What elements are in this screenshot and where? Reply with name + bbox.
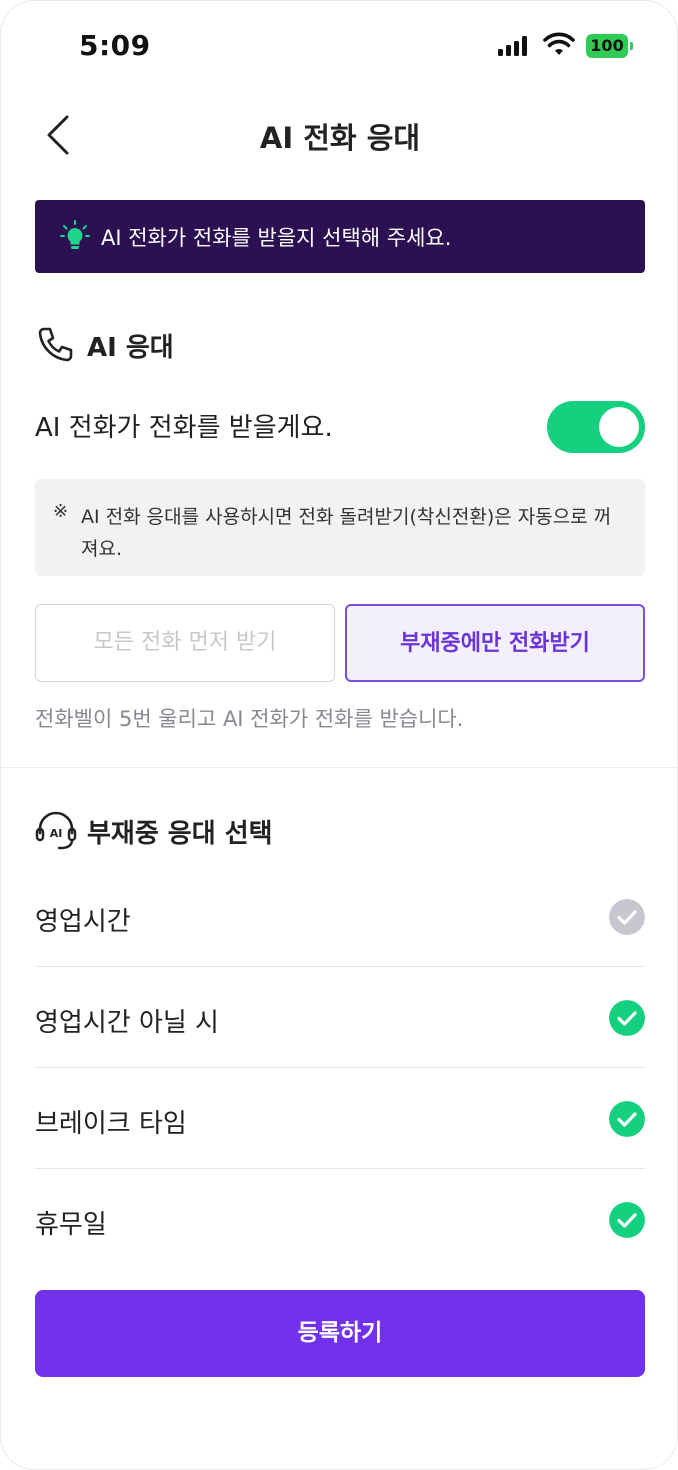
check-circle-on-icon[interactable]: [609, 1000, 645, 1036]
absence-title: 부재중 응대 선택: [87, 819, 273, 849]
absence-item-label: 영업시간 아닐 시: [35, 1008, 219, 1038]
section-divider: [1, 767, 677, 768]
absence-item-business-hours[interactable]: 영업시간: [35, 867, 645, 967]
check-circle-off-icon[interactable]: [609, 899, 645, 935]
ai-answer-toggle[interactable]: [547, 401, 645, 453]
option-answer-all-first[interactable]: 모든 전화 먼저 받기: [35, 604, 335, 682]
toggle-knob: [599, 407, 639, 447]
ai-headset-icon: AI: [35, 811, 77, 850]
battery-tip: [630, 42, 633, 50]
status-time: 5:09: [79, 29, 151, 62]
info-box: ※ AI 전화 응대를 사용하시면 전화 돌려받기(착신전환)은 자동으로 꺼져…: [35, 479, 645, 576]
absence-item-label: 영업시간: [35, 907, 131, 937]
absence-item-holiday[interactable]: 휴무일: [35, 1170, 645, 1270]
absence-item-label: 브레이크 타임: [35, 1109, 187, 1139]
battery-icon: 100: [586, 34, 628, 58]
reference-mark: ※: [53, 501, 69, 522]
absence-header: AI 부재중 응대 선택: [35, 811, 335, 851]
check-circle-on-icon[interactable]: [609, 1101, 645, 1137]
row-separator: [35, 1067, 645, 1068]
battery-level: 100: [590, 36, 624, 55]
phone-icon: [38, 327, 73, 362]
ai-response-title: AI 응대: [87, 333, 174, 363]
toggle-label: AI 전화가 전화를 받을게요.: [35, 413, 333, 443]
check-circle-on-icon[interactable]: [609, 1202, 645, 1238]
row-separator: [35, 1168, 645, 1169]
option-description: 전화벨이 5번 울리고 AI 전화가 전화를 받습니다.: [35, 707, 464, 731]
notice-text: AI 전화가 전화를 받을지 선택해 주세요.: [101, 226, 452, 250]
row-separator: [35, 966, 645, 967]
absence-item-label: 휴무일: [35, 1210, 107, 1240]
absence-item-break-time[interactable]: 브레이크 타임: [35, 1069, 645, 1169]
lightbulb-icon: [60, 220, 90, 249]
info-text: AI 전화 응대를 사용하시면 전화 돌려받기(착신전환)은 자동으로 꺼져요.: [81, 506, 612, 560]
cellular-signal-icon: [498, 36, 530, 56]
notice-banner: AI 전화가 전화를 받을지 선택해 주세요.: [35, 200, 645, 273]
ai-icon-text: AI: [50, 827, 63, 840]
phone-screen: 5:09 100 AI 전화 응대 AI 전화가 전화를 받을지 선택해 주세요…: [0, 0, 678, 1470]
register-button[interactable]: 등록하기: [35, 1290, 645, 1377]
option-answer-missed-only[interactable]: 부재중에만 전화받기: [345, 604, 645, 682]
page-title: AI 전화 응대: [259, 121, 421, 155]
wifi-icon: [543, 32, 575, 55]
absence-item-after-hours[interactable]: 영업시간 아닐 시: [35, 968, 645, 1068]
ai-response-header: AI 응대: [35, 325, 255, 365]
